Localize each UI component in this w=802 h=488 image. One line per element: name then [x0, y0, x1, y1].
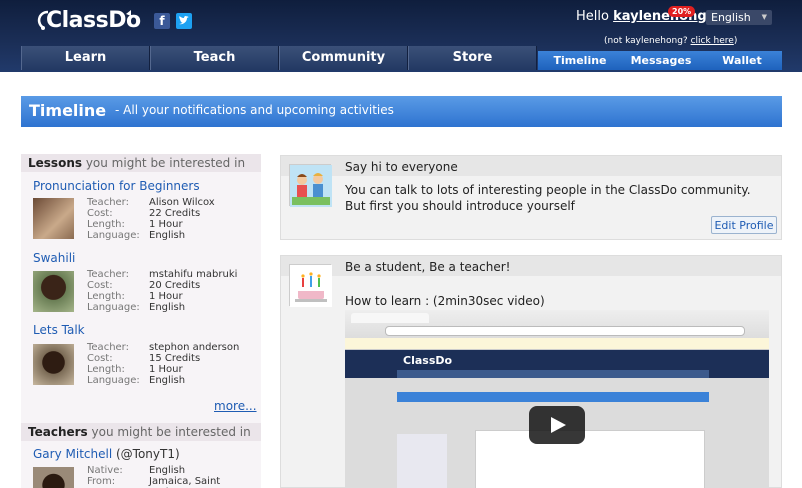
video-site-sidebar [397, 434, 447, 488]
lesson-title-link[interactable]: Pronunciation for Beginners [33, 179, 200, 193]
card-title: Say hi to everyone [345, 160, 458, 174]
language-value: English [711, 11, 751, 24]
language-value: English [149, 375, 186, 386]
video-logo-text: ClassDo [403, 354, 453, 367]
from-label: From: [87, 476, 116, 487]
nav-teach[interactable]: Teach [150, 46, 279, 70]
lesson-thumbnail[interactable] [33, 198, 74, 239]
more-lessons-link[interactable]: more... [214, 399, 257, 413]
native-value: English [149, 465, 186, 476]
chevron-down-icon: ▼ [761, 13, 767, 21]
language-value: English [149, 302, 186, 313]
timeline-banner: Timeline - All your notifications and up… [21, 96, 782, 127]
cost-label: Cost: [87, 353, 113, 364]
community-avatar [289, 164, 332, 207]
teacher-value: stephon anderson [149, 342, 240, 353]
cost-value: 22 Credits [149, 208, 201, 219]
lessons-heading: Lessons you might be interested in [21, 154, 261, 172]
length-value: 1 Hour [149, 364, 183, 375]
video-site-card [475, 430, 705, 488]
teacher-value: mstahifu mabruki [149, 269, 238, 280]
length-label: Length: [87, 364, 125, 375]
language-select[interactable]: English ▼ [706, 10, 772, 25]
lesson-thumbnail[interactable] [33, 344, 74, 385]
video-info-bar [345, 338, 769, 350]
native-label: Native: [87, 465, 123, 476]
video-url-bar [385, 326, 745, 336]
edit-profile-button[interactable]: Edit Profile [711, 216, 777, 234]
page-subtitle: - All your notifications and upcoming ac… [115, 103, 394, 117]
click-here-link[interactable]: click here [691, 36, 734, 46]
nav-learn[interactable]: Learn [21, 46, 150, 70]
notification-card: Say hi to everyone You can talk to lots … [280, 155, 782, 240]
subnav-timeline[interactable]: Timeline [540, 51, 620, 70]
language-label: Language: [87, 230, 140, 241]
teacher-value: Alison Wilcox [149, 197, 215, 208]
video-site-nav [397, 370, 709, 378]
subnav-wallet[interactable]: Wallet [702, 51, 782, 70]
cost-value: 15 Credits [149, 353, 201, 364]
not-user-note: (not kaylenehong? click here) [604, 36, 737, 46]
teacher-name-line: Gary Mitchell (@TonyT1) [33, 447, 180, 461]
teachers-heading-bold: Teachers [28, 425, 88, 439]
video-site-banner [397, 392, 709, 402]
card-text-line: You can talk to lots of interesting peop… [345, 183, 751, 197]
length-label: Length: [87, 219, 125, 230]
from-value: Jamaica, Saint Andrew [149, 476, 221, 488]
lesson-title-link[interactable]: Lets Talk [33, 323, 85, 337]
teacher-label: Teacher: [87, 342, 129, 353]
twitter-icon[interactable] [176, 13, 192, 29]
teacher-label: Teacher: [87, 197, 129, 208]
teacher-name-link[interactable]: Gary Mitchell [33, 447, 112, 461]
language-label: Language: [87, 302, 140, 313]
card-title: Be a student, Be a teacher! [345, 260, 511, 274]
teacher-handle: (@TonyT1) [115, 447, 180, 461]
lessons-heading-bold: Lessons [28, 156, 82, 170]
birthday-cake-avatar [289, 264, 332, 307]
teacher-label: Teacher: [87, 269, 129, 280]
play-button[interactable] [529, 406, 585, 444]
language-value: English [149, 230, 186, 241]
length-label: Length: [87, 291, 125, 302]
lesson-title-link[interactable]: Swahili [33, 251, 75, 265]
play-icon [551, 417, 566, 433]
not-user-suffix: ) [733, 36, 738, 46]
profile-completion-badge: 20% [668, 6, 696, 17]
cost-value: 20 Credits [149, 280, 201, 291]
video-label: How to learn : (2min30sec video) [345, 294, 545, 308]
cost-label: Cost: [87, 208, 113, 219]
video-browser-tab [351, 313, 429, 323]
teachers-heading-rest: you might be interested in [87, 425, 251, 439]
nav-store[interactable]: Store [408, 46, 537, 70]
card-text-line: But first you should introduce yourself [345, 199, 575, 213]
sidebar: Lessons you might be interested in Pronu… [21, 154, 261, 488]
not-user-prefix: (not kaylenehong? [604, 36, 691, 46]
teacher-avatar[interactable] [33, 467, 74, 488]
language-label: Language: [87, 375, 140, 386]
tutorial-video[interactable]: ClassDo [345, 310, 769, 488]
cost-label: Cost: [87, 280, 113, 291]
length-value: 1 Hour [149, 219, 183, 230]
length-value: 1 Hour [149, 291, 183, 302]
page-title: Timeline [29, 101, 107, 120]
nav-community[interactable]: Community [279, 46, 408, 70]
notification-card: Be a student, Be a teacher! How to learn… [280, 255, 782, 488]
subnav-messages[interactable]: Messages [620, 51, 702, 70]
lesson-thumbnail[interactable] [33, 271, 74, 312]
teachers-heading: Teachers you might be interested in [21, 423, 261, 441]
facebook-icon[interactable]: f [154, 13, 170, 29]
logo-text: ClassDo [46, 8, 141, 33]
greeting-prefix: Hello [576, 9, 614, 24]
lessons-heading-rest: you might be interested in [82, 156, 246, 170]
